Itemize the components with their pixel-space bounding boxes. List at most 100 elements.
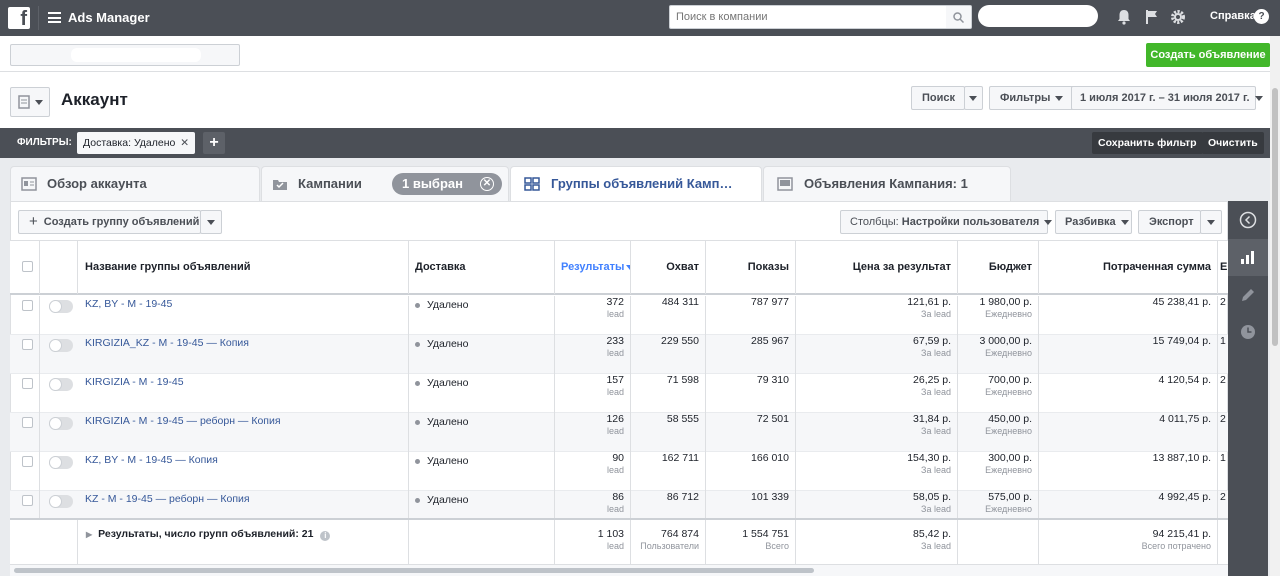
status-toggle[interactable] — [49, 378, 73, 391]
column-header-results[interactable]: Результаты — [555, 241, 631, 294]
ad-set-name-link[interactable]: KIRGIZIA - M - 19-45 — реборн — Копия — [85, 415, 281, 427]
chevron-down-icon — [1207, 219, 1215, 225]
results-cell: 90 lead — [555, 452, 631, 491]
expand-triangle-icon[interactable]: ▶ — [86, 530, 92, 539]
search-dropdown-button[interactable] — [964, 86, 983, 110]
table-row[interactable]: KZ, BY - M - 19-45 Удалено 372 lead 484 311 7… — [10, 296, 1228, 335]
export-label: Экспорт — [1149, 216, 1194, 228]
column-header-reach[interactable]: Охват — [631, 241, 706, 294]
row-toggle-cell — [40, 335, 78, 374]
table-row[interactable]: KZ, BY - M - 19-45 — Копия Удалено 90 lead 1… — [10, 452, 1228, 491]
search-button[interactable] — [946, 5, 972, 29]
row-checkbox[interactable] — [22, 456, 33, 467]
vertical-scrollbar[interactable] — [1270, 36, 1280, 576]
cpr-value: 31,84 р. — [913, 413, 951, 425]
view-switcher-button[interactable] — [10, 87, 50, 117]
export-button[interactable]: Экспорт — [1138, 210, 1201, 234]
facebook-logo-icon[interactable]: f — [8, 7, 30, 30]
ad-sets-grid-icon — [524, 177, 540, 191]
save-filter-button[interactable]: Сохранить фильтр — [1092, 132, 1203, 154]
cost-per-result-cell: 26,25 р. За lead — [796, 374, 958, 413]
info-icon[interactable]: i — [320, 531, 331, 541]
select-all-checkbox[interactable] — [22, 261, 33, 272]
column-header-extra[interactable]: Е — [1218, 241, 1228, 294]
scrollbar-thumb[interactable] — [14, 568, 814, 573]
ad-set-name-link[interactable]: KIRGIZIA - M - 19-45 — [85, 376, 184, 388]
horizontal-scrollbar[interactable] — [10, 564, 1228, 576]
column-header-budget[interactable]: Бюджет — [958, 241, 1039, 294]
status-toggle[interactable] — [49, 495, 73, 508]
export-dropdown[interactable] — [1200, 210, 1222, 234]
status-toggle[interactable] — [49, 456, 73, 469]
collapse-rail-button[interactable] — [1228, 201, 1268, 238]
row-checkbox[interactable] — [22, 495, 33, 506]
budget-cell: 1 980,00 р. Ежедневно — [958, 296, 1039, 335]
menu-icon[interactable] — [48, 12, 61, 23]
budget-value: 450,00 р. — [988, 413, 1032, 425]
account-selector[interactable] — [10, 44, 240, 66]
ad-set-name-link[interactable]: KZ - M - 19-45 — реборн — Копия — [85, 493, 250, 505]
status-toggle[interactable] — [49, 417, 73, 430]
filters-button[interactable]: Фильтры — [989, 86, 1075, 110]
row-checkbox[interactable] — [22, 378, 33, 389]
selected-count-badge[interactable]: 1 выбран ✕ — [392, 173, 502, 195]
delivery-status: Удалено — [427, 299, 469, 311]
tab-ad-sets[interactable]: Группы объявлений Камп… — [510, 166, 762, 203]
help-link[interactable]: Справка — [1210, 10, 1256, 22]
results-cell: 372 lead — [555, 296, 631, 335]
column-header-delivery[interactable]: Доставка — [409, 241, 555, 294]
date-range-picker[interactable]: 1 июля 2017 г. – 31 июля 2017 г. — [1071, 86, 1263, 110]
columns-dropdown[interactable]: Столбцы: Настройки пользователя — [840, 210, 1053, 234]
create-ad-set-button[interactable]: + Создать группу объявлений — [18, 210, 201, 234]
insights-panel-button[interactable] — [1228, 239, 1268, 276]
close-icon[interactable]: ✕ — [480, 177, 494, 191]
table-row[interactable]: KIRGIZIA - M - 19-45 — реборн — Копия Уда… — [10, 413, 1228, 452]
settings-gear-icon[interactable] — [1169, 8, 1187, 26]
app-title[interactable]: Ads Manager — [68, 10, 150, 25]
row-checkbox[interactable] — [22, 339, 33, 350]
notifications-bell-icon[interactable] — [1115, 8, 1133, 26]
summary-delivery — [409, 520, 555, 564]
add-filter-button[interactable]: + — [203, 132, 225, 154]
status-toggle[interactable] — [49, 300, 73, 313]
search-input[interactable] — [669, 5, 947, 29]
flag-icon[interactable] — [1143, 8, 1161, 26]
table-row[interactable]: KIRGIZIA - M - 19-45 Удалено 157 lead 71 598… — [10, 374, 1228, 413]
search-label: Поиск — [922, 92, 956, 104]
scrollbar-thumb[interactable] — [1272, 88, 1278, 346]
column-header-impressions[interactable]: Показы — [706, 241, 796, 294]
edit-panel-button[interactable] — [1228, 277, 1268, 314]
summary-budget — [958, 520, 1039, 564]
user-account-button[interactable] — [978, 5, 1098, 27]
table-summary-row: ▶ Результаты, число групп объявлений: 21 … — [10, 518, 1228, 564]
cpr-sub: За lead — [921, 426, 951, 436]
filters-label: Фильтры — [1000, 92, 1051, 104]
clear-filter-button[interactable]: Очистить — [1202, 132, 1264, 154]
table-row[interactable]: KIRGIZIA_KZ - M - 19-45 — Копия Удалено 23… — [10, 335, 1228, 374]
summary-cpr-value: 85,42 р. — [913, 528, 951, 540]
create-ad-button[interactable]: Создать объявление — [1146, 43, 1270, 67]
column-header-amount-spent[interactable]: Потраченная сумма — [1039, 241, 1218, 294]
tab-ads[interactable]: Объявления Кампания: 1 — [763, 166, 1011, 202]
search-toggle-button[interactable]: Поиск — [911, 86, 965, 110]
create-ad-set-dropdown[interactable] — [200, 210, 222, 234]
ad-set-name-link[interactable]: KZ, BY - M - 19-45 — [85, 298, 172, 310]
column-header-cost-per-result[interactable]: Цена за результат — [796, 241, 958, 294]
ad-set-name-link[interactable]: KIRGIZIA_KZ - M - 19-45 — Копия — [85, 337, 249, 349]
column-header-name[interactable]: Название группы объявлений — [78, 241, 409, 294]
row-checkbox[interactable] — [22, 300, 33, 311]
tab-label: Объявления Кампания: 1 — [804, 176, 968, 191]
tab-account-overview[interactable]: Обзор аккаунта — [10, 166, 260, 202]
breakdown-dropdown[interactable]: Разбивка — [1055, 210, 1132, 234]
budget-value: 300,00 р. — [988, 452, 1032, 464]
extra-value: 1 — [1220, 452, 1226, 464]
ad-set-name-link[interactable]: KZ, BY - M - 19-45 — Копия — [85, 454, 218, 466]
filter-chip-delivery[interactable]: Доставка: Удалено ✕ — [77, 132, 196, 154]
extra-cell: 2 — [1218, 374, 1228, 413]
help-icon[interactable]: ? — [1254, 9, 1269, 24]
close-icon[interactable]: ✕ — [180, 137, 189, 149]
filter-chip-value: Удалено — [133, 137, 176, 149]
row-checkbox[interactable] — [22, 417, 33, 428]
status-toggle[interactable] — [49, 339, 73, 352]
history-panel-button[interactable] — [1228, 314, 1268, 351]
